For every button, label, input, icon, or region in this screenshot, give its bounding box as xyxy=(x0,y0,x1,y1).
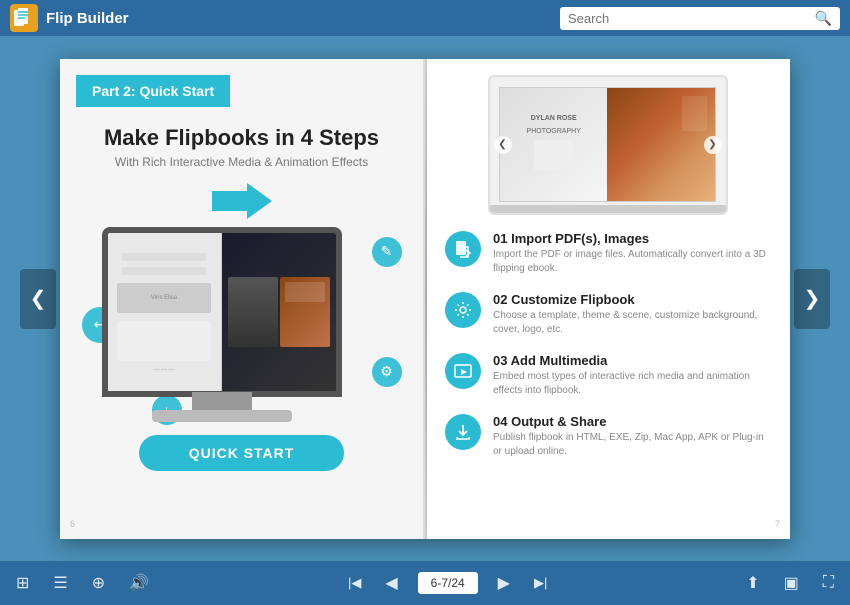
arrow-area xyxy=(80,181,403,221)
bottom-toolbar: ⊞ ☰ ⊕ 🔊 |◀ ◀ 6-7/24 ▶ ▶| ⬆ ▣ ⛶ xyxy=(0,561,850,605)
book-preview-left: DYLAN ROSE PHOTOGRAPHY xyxy=(500,88,608,202)
book-preview-right xyxy=(607,88,715,202)
step-item-3: 03 Add Multimedia Embed most types of in… xyxy=(445,353,770,398)
grid-view-icon[interactable]: ⊞ xyxy=(12,569,33,597)
main-title: Make Flipbooks in 4 Steps xyxy=(80,125,403,151)
monitor-screen: Vins Elisa — — — xyxy=(108,233,336,391)
toolbar-center-group: |◀ ◀ 6-7/24 ▶ ▶| xyxy=(344,569,551,597)
logo-icon xyxy=(10,4,38,32)
next-page-arrow[interactable]: ❯ xyxy=(794,269,830,329)
monitor-neck xyxy=(192,392,252,412)
step-4-text: 04 Output & Share Publish flipbook in HT… xyxy=(493,414,770,459)
logo-text: Flip Builder xyxy=(46,10,129,27)
computer-illustration: ↩ ✎ ⚙ ↓ Vins Elisa xyxy=(82,227,402,427)
laptop-nav-left[interactable]: ❮ xyxy=(494,136,512,154)
steps-list: 01 Import PDF(s), Images Import the PDF … xyxy=(445,231,770,459)
left-page-content: Make Flipbooks in 4 Steps With Rich Inte… xyxy=(60,107,423,481)
step-3-text: 03 Add Multimedia Embed most types of in… xyxy=(493,353,770,398)
share-icon[interactable]: ⬆ xyxy=(742,569,763,597)
book-spine xyxy=(425,59,427,539)
search-input[interactable] xyxy=(568,11,809,26)
step-1-text: 01 Import PDF(s), Images Import the PDF … xyxy=(493,231,770,276)
step-2-icon xyxy=(445,292,481,328)
laptop-preview: ❮ DYLAN ROSE PHOTOGRAPHY ❯ xyxy=(488,75,728,215)
subtitle: With Rich Interactive Media & Animation … xyxy=(80,155,403,169)
step-2-desc: Choose a template, theme & scene, custom… xyxy=(493,309,770,337)
page-number-left: 6 xyxy=(70,519,75,529)
monitor-screen-left: Vins Elisa — — — xyxy=(108,233,222,391)
book-container: Part 2: Quick Start Make Flipbooks in 4 … xyxy=(60,59,790,539)
prev-arrow-icon: ❮ xyxy=(30,286,47,311)
right-page: ❮ DYLAN ROSE PHOTOGRAPHY ❯ xyxy=(425,59,790,539)
logo-area: Flip Builder xyxy=(10,4,129,32)
step-3-title: 03 Add Multimedia xyxy=(493,353,770,368)
step-1-icon xyxy=(445,231,481,267)
laptop-inner: DYLAN ROSE PHOTOGRAPHY xyxy=(499,87,716,203)
page-indicator: 6-7/24 xyxy=(418,572,478,594)
teal-arrow-icon xyxy=(212,181,272,221)
list-view-icon[interactable]: ☰ xyxy=(49,569,71,597)
header: Flip Builder 🔍 xyxy=(0,0,850,36)
step-1-desc: Import the PDF or image files. Automatic… xyxy=(493,248,770,276)
first-page-icon[interactable]: |◀ xyxy=(344,571,365,595)
zoom-icon[interactable]: ⊕ xyxy=(88,569,109,597)
step-3-icon xyxy=(445,353,481,389)
step-item-2: 02 Customize Flipbook Choose a template,… xyxy=(445,292,770,337)
main-content: ❮ Part 2: Quick Start Make Flipbooks in … xyxy=(0,36,850,561)
step-1-title: 01 Import PDF(s), Images xyxy=(493,231,770,246)
toolbar-right-group: ⬆ ▣ ⛶ xyxy=(742,569,838,597)
step-3-desc: Embed most types of interactive rich med… xyxy=(493,370,770,398)
toolbar-left-group: ⊞ ☰ ⊕ 🔊 xyxy=(12,569,153,597)
quick-start-button[interactable]: QUICK START xyxy=(139,435,345,471)
volume-icon[interactable]: 🔊 xyxy=(125,569,153,597)
fullscreen-icon[interactable]: ⛶ xyxy=(819,570,838,596)
step-2-text: 02 Customize Flipbook Choose a template,… xyxy=(493,292,770,337)
next-page-icon[interactable]: ▶ xyxy=(494,569,514,597)
step-item-4: 04 Output & Share Publish flipbook in HT… xyxy=(445,414,770,459)
section-label: Part 2: Quick Start xyxy=(76,75,230,107)
laptop-nav-right[interactable]: ❯ xyxy=(704,136,722,154)
step-4-desc: Publish flipbook in HTML, EXE, Zip, Mac … xyxy=(493,431,770,459)
next-arrow-icon: ❯ xyxy=(804,286,821,311)
step-4-title: 04 Output & Share xyxy=(493,414,770,429)
monitor-base xyxy=(152,410,292,422)
monitor-screen-right xyxy=(222,233,336,391)
monitor-frame: Vins Elisa — — — xyxy=(102,227,342,397)
page-number-right: 7 xyxy=(775,519,780,529)
sidebar-toggle-icon[interactable]: ▣ xyxy=(780,569,803,597)
prev-page-arrow[interactable]: ❮ xyxy=(20,269,56,329)
float-icon-settings: ⚙ xyxy=(372,357,402,387)
float-icon-edit: ✎ xyxy=(372,237,402,267)
step-item-1: 01 Import PDF(s), Images Import the PDF … xyxy=(445,231,770,276)
prev-page-icon[interactable]: ◀ xyxy=(381,569,401,597)
search-box[interactable]: 🔍 xyxy=(560,7,840,30)
left-page: Part 2: Quick Start Make Flipbooks in 4 … xyxy=(60,59,425,539)
search-icon: 🔍 xyxy=(815,10,832,27)
step-4-icon xyxy=(445,414,481,450)
step-2-title: 02 Customize Flipbook xyxy=(493,292,770,307)
last-page-icon[interactable]: ▶| xyxy=(530,571,551,595)
